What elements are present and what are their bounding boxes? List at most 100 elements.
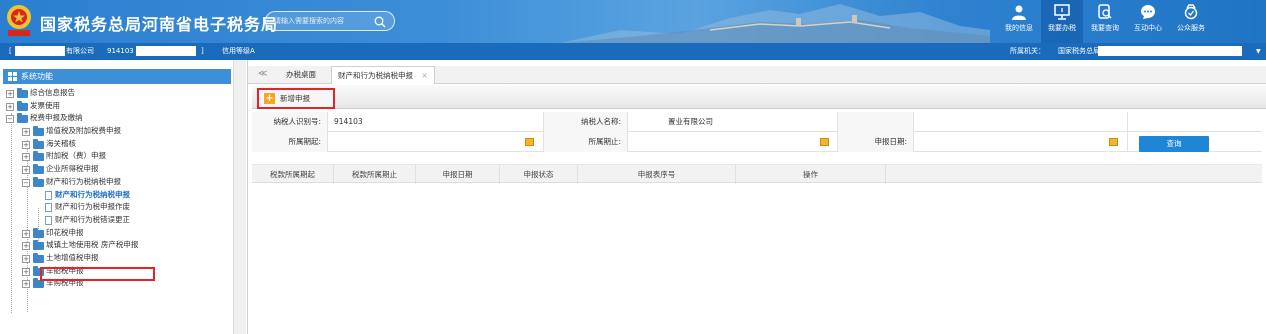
folder-icon xyxy=(17,100,28,111)
folder-open-icon xyxy=(17,113,28,124)
expand-icon[interactable]: + xyxy=(6,90,14,98)
tree-node-vat-declaration[interactable]: + 增值税及附加税费申报 xyxy=(3,125,231,138)
search-box[interactable] xyxy=(265,11,395,31)
calendar-icon[interactable] xyxy=(525,138,534,146)
taxpayer-id-value: 914103 xyxy=(328,112,544,132)
folder-icon xyxy=(33,278,44,289)
collapse-icon[interactable]: − xyxy=(22,178,30,187)
tree-node-property-behavior-correction[interactable]: 财产和行为税错误更正 xyxy=(3,214,231,227)
grid-icon xyxy=(8,72,17,81)
document-icon xyxy=(45,215,52,225)
tree-node-tax-declaration[interactable]: − 税费申报及缴纳 xyxy=(3,112,231,125)
main-content: ≪ 办税桌面 财产和行为税纳税申报 × + 新增申报 纳税人识别号: 91410… xyxy=(248,60,1266,334)
tree-node-property-behavior-tax[interactable]: − 财产和行为税纳税申报 xyxy=(3,176,231,189)
chat-icon xyxy=(1141,5,1155,19)
search-input[interactable] xyxy=(274,15,374,28)
redacted-company-name xyxy=(15,46,65,56)
expand-icon[interactable]: + xyxy=(22,166,30,175)
authority-name: 国家税务总局 xyxy=(1058,47,1100,55)
sidebar-header: 系统功能 xyxy=(3,69,231,84)
collapse-icon[interactable]: − xyxy=(6,115,14,124)
result-table-header: 税款所属期起 税款所属期止 申报日期 申报状态 申报表序号 操作 xyxy=(252,164,1262,184)
nav-tax-handling[interactable]: 我要办税 xyxy=(1041,0,1083,43)
column-header: 税款所属期起 xyxy=(252,165,334,184)
credit-level: 信用等级A xyxy=(222,47,255,55)
authority-label: 所属机关： xyxy=(1010,47,1045,55)
redacted-tax-id xyxy=(136,46,196,56)
tree-node-land-use-property-tax[interactable]: + 城镇土地使用税 房产税申报 xyxy=(3,239,231,252)
tree-node-property-behavior-void[interactable]: 财产和行为税申报作废 xyxy=(3,201,231,214)
collapse-sidebar-icon[interactable]: ≪ xyxy=(258,69,267,79)
folder-icon xyxy=(33,240,44,251)
form-row-period: 所属期起: 所属期止: 申报日期: xyxy=(252,132,1262,152)
user-icon xyxy=(1012,5,1026,20)
period-end-input[interactable] xyxy=(628,132,838,152)
column-header: 税款所属期止 xyxy=(334,165,416,184)
tree-node-invoice-use[interactable]: + 发票使用 xyxy=(3,100,231,113)
expand-icon[interactable]: + xyxy=(22,229,30,238)
service-icon xyxy=(1184,4,1198,20)
expand-icon[interactable]: + xyxy=(22,242,30,251)
top-header: 国家税务总局河南省电子税务局 我的信息 我要办税 我要查询 互动中心 公众服务 xyxy=(0,0,1266,43)
national-emblem-icon xyxy=(7,5,31,36)
tab-tax-desktop[interactable]: 办税桌面 xyxy=(280,66,322,84)
period-start-label: 所属期起: xyxy=(252,132,328,152)
nav-interaction-center[interactable]: 互动中心 xyxy=(1127,0,1169,43)
tree-node-land-vat[interactable]: + 土地增值税申报 xyxy=(3,252,231,265)
period-start-input[interactable] xyxy=(328,132,544,152)
nav-public-service[interactable]: 公众服务 xyxy=(1170,0,1212,43)
query-icon xyxy=(1098,4,1112,19)
query-button[interactable]: 查询 xyxy=(1139,136,1209,152)
nav-query[interactable]: 我要查询 xyxy=(1084,0,1126,43)
plus-icon: + xyxy=(264,93,275,104)
expand-icon[interactable]: + xyxy=(22,153,30,162)
expand-icon[interactable]: + xyxy=(22,128,30,137)
tree-node-comprehensive-report[interactable]: + 综合信息报告 xyxy=(3,87,231,100)
calendar-icon[interactable] xyxy=(1109,138,1118,146)
add-declaration-button[interactable]: + 新增申报 xyxy=(257,88,335,109)
column-header: 操作 xyxy=(736,165,886,184)
folder-icon xyxy=(33,252,44,263)
folder-icon xyxy=(33,151,44,162)
expand-icon[interactable]: + xyxy=(22,267,30,276)
expand-icon[interactable]: + xyxy=(22,254,30,263)
selection-highlight xyxy=(40,267,155,281)
column-header: 申报日期 xyxy=(416,165,500,184)
company-suffix: 有限公司 xyxy=(66,47,94,55)
tree-node-corporate-income-tax[interactable]: + 企业所得税申报 xyxy=(3,163,231,176)
blank-value xyxy=(914,112,1128,132)
dropdown-arrow-icon[interactable]: ▼ xyxy=(1256,43,1261,60)
document-icon xyxy=(45,203,52,213)
search-icon[interactable] xyxy=(374,16,386,28)
expand-icon[interactable]: + xyxy=(22,280,30,289)
tree-node-property-behavior-declare[interactable]: 财产和行为税纳税申报 xyxy=(3,189,231,202)
folder-open-icon xyxy=(33,176,44,187)
folder-icon xyxy=(33,138,44,149)
nav-my-info[interactable]: 我的信息 xyxy=(998,0,1040,43)
sidebar-scrollbar[interactable] xyxy=(233,60,246,334)
taxpayer-name-value: 置业有限公司 xyxy=(628,112,838,132)
great-wall-banner-image xyxy=(560,4,990,43)
folder-icon xyxy=(33,227,44,238)
expand-icon[interactable]: + xyxy=(6,102,14,111)
folder-icon xyxy=(17,88,28,98)
declare-date-input[interactable] xyxy=(914,132,1128,152)
tab-property-behavior-declare[interactable]: 财产和行为税纳税申报 × xyxy=(331,66,435,84)
sidebar-title: 系统功能 xyxy=(21,72,53,81)
calendar-icon[interactable] xyxy=(820,138,829,146)
column-header: 申报表序号 xyxy=(578,165,736,184)
tree-node-customs-audit[interactable]: + 海关稽核 xyxy=(3,138,231,151)
tree-node-surcharge-declaration[interactable]: + 附加税（费）申报 xyxy=(3,150,231,163)
tree-node-stamp-tax[interactable]: + 印花税申报 xyxy=(3,227,231,240)
function-tree: + 综合信息报告 + 发票使用 − 税费申报及缴纳 + 增值税及附加税费申报 +… xyxy=(3,87,231,290)
close-tab-icon[interactable]: × xyxy=(421,71,427,80)
folder-icon xyxy=(33,164,44,175)
tab-bar: ≪ 办税桌面 财产和行为税纳税申报 × xyxy=(248,66,1266,84)
taxpayer-name-label: 纳税人名称: xyxy=(544,112,628,132)
sidebar: 系统功能 + 综合信息报告 + 发票使用 − 税费申报及缴纳 + 增值税及附加税… xyxy=(0,60,248,334)
toolbar: + 新增申报 xyxy=(252,85,1266,109)
site-title: 国家税务总局河南省电子税务局 xyxy=(40,15,279,34)
expand-icon[interactable]: + xyxy=(22,140,30,149)
document-icon xyxy=(45,190,52,200)
tax-id-prefix: 914103 xyxy=(107,47,134,55)
